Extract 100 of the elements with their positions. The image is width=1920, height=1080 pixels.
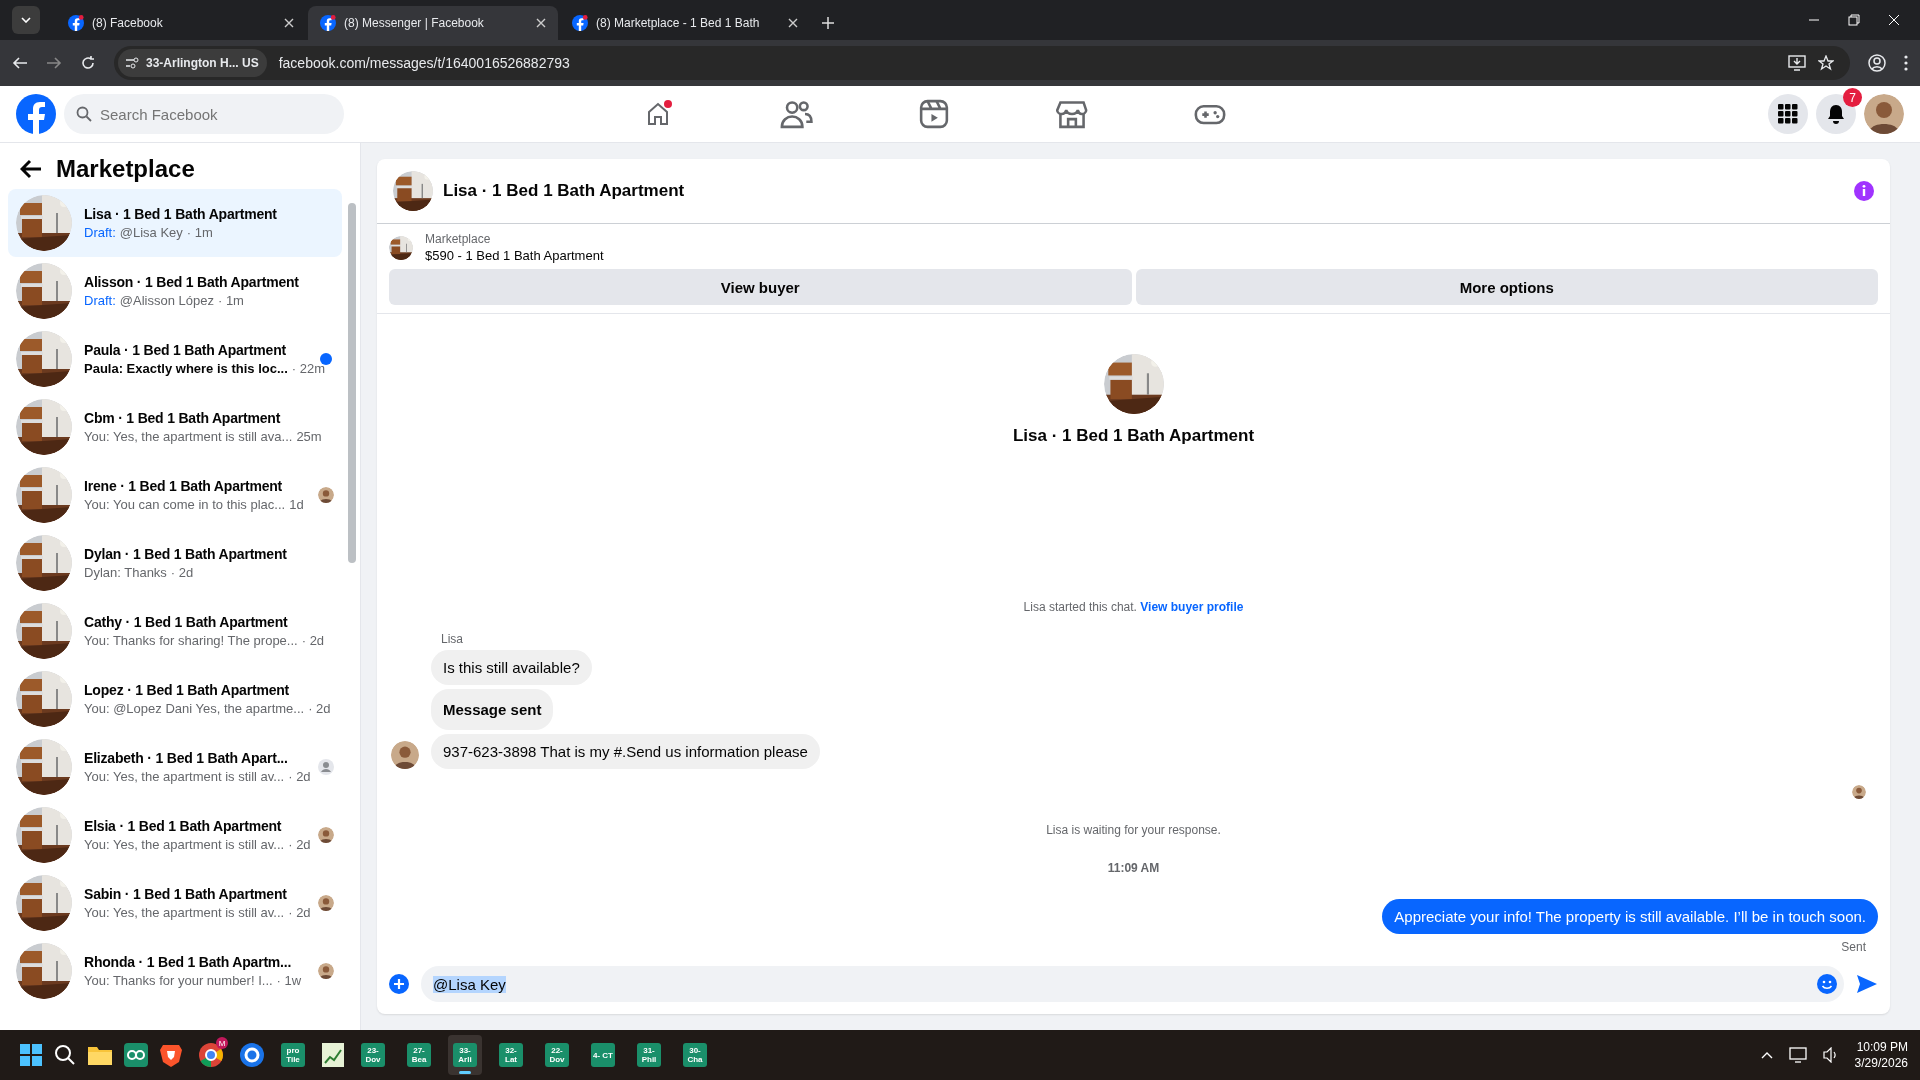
conversation-name: Lisa · 1 Bed 1 Bath Apartment (84, 206, 278, 222)
speaker-icon[interactable] (1822, 1047, 1839, 1063)
conversation-name: Rhonda · 1 Bed 1 Bath Apartm... (84, 954, 293, 970)
install-icon[interactable] (1788, 55, 1806, 71)
close-icon[interactable] (536, 18, 546, 28)
conversation-item[interactable]: Paula · 1 Bed 1 Bath Apartment Paula: Exactly where is this loc... · 22m (8, 325, 342, 393)
conversation-item[interactable]: Dylan · 1 Bed 1 Bath Apartment Dylan: Thanks · 2d (8, 529, 342, 597)
star-icon[interactable] (1818, 55, 1834, 71)
grid-icon (1778, 104, 1798, 124)
site-info-chip[interactable]: 33-Arlington H... US (118, 49, 267, 77)
info-icon[interactable] (1854, 181, 1874, 201)
message-time: · 1m (186, 225, 213, 240)
sliders-icon (126, 57, 140, 69)
new-tab-icon[interactable] (822, 17, 834, 29)
clock-date[interactable]: 3/29/2026 (1854, 1055, 1908, 1071)
apps-menu-button[interactable] (1768, 94, 1808, 134)
draft-label: Draft: (84, 225, 116, 240)
conversation-item[interactable]: Lisa · 1 Bed 1 Bath Apartment Draft: @Lisa Key · 1m (8, 189, 342, 257)
message-preview: @Alisson López (119, 293, 214, 308)
conversation-item[interactable]: Cbm · 1 Bed 1 Bath Apartment You: Yes, the apartment is still ava... 25m (8, 393, 342, 461)
seen-avatar (318, 827, 334, 843)
search-field[interactable]: Search Facebook (64, 94, 344, 134)
conversation-item[interactable]: Irene · 1 Bed 1 Bath Apartment You: You can come in to this plac... 1d (8, 461, 342, 529)
action-button[interactable]: View buyer (389, 269, 1132, 305)
taskbar-app[interactable]: 23- Dov (356, 1035, 390, 1075)
browser-tab[interactable]: (8) Facebook (56, 6, 306, 40)
url-text[interactable]: facebook.com/messages/t/1640016526882793 (278, 55, 1776, 71)
taskbar-app[interactable]: 27- Bea (402, 1035, 436, 1075)
taskbar-app[interactable]: 33- Arli (448, 1035, 482, 1075)
close-icon[interactable] (284, 18, 294, 28)
conversation-item[interactable]: Cathy · 1 Bed 1 Bath Apartment You: Thanks for sharing! The prope... · 2d (8, 597, 342, 665)
add-icon[interactable] (389, 974, 409, 994)
seen-avatar (318, 963, 334, 979)
message-time: · 22m (291, 361, 325, 376)
message-preview: You: Thanks for sharing! The prope... (84, 633, 298, 648)
taskbar-app[interactable]: pro Tile (276, 1035, 310, 1075)
conversation-item[interactable]: Alisson · 1 Bed 1 Bath Apartment Draft: @Alisson López · 1m (8, 257, 342, 325)
message-time: · 1w (276, 973, 302, 988)
browser-tab[interactable]: (8) Marketplace - 1 Bed 1 Bath (560, 6, 810, 40)
avatar (391, 741, 419, 769)
conversation-item[interactable]: Sabin · 1 Bed 1 Bath Apartment You: Yes, the apartment is still av... · 2d (8, 869, 342, 937)
view-buyer-profile-link[interactable]: View buyer profile (1140, 600, 1244, 614)
sidebar-title: Marketplace (56, 155, 195, 183)
message-time: · 2d (288, 837, 311, 852)
message-preview: You: Yes, the apartment is still av... (84, 905, 285, 920)
message-bubble: Appreciate your info! The property is still available. I’ll be in touch soon. (1382, 899, 1878, 934)
glasses-icon[interactable] (124, 1043, 148, 1067)
seen-avatar (318, 487, 334, 503)
facebook-logo[interactable] (16, 94, 56, 134)
listing-title[interactable]: $590 - 1 Bed 1 Bath Apartment (425, 248, 604, 263)
conversation-name: Paula · 1 Bed 1 Bath Apartment (84, 342, 287, 358)
taskbar-app[interactable]: 22- Dov (540, 1035, 574, 1075)
start-icon[interactable] (20, 1044, 42, 1066)
conversation-item[interactable]: Elizabeth · 1 Bed 1 Bath Apart... You: Yes, the apartment is still av... · 2d (8, 733, 342, 801)
folder-icon[interactable] (88, 1045, 112, 1065)
back-icon[interactable] (20, 159, 42, 179)
message-bubble: Message sent (431, 689, 554, 730)
conversation-name: Elizabeth · 1 Bed 1 Bath Apart... (84, 750, 289, 766)
notification-badge: 7 (1843, 88, 1862, 107)
message-bubble: Is this still available? (431, 650, 592, 685)
search-icon[interactable] (54, 1044, 76, 1066)
search-icon (76, 106, 92, 122)
bell-icon (1826, 104, 1846, 124)
send-icon[interactable] (1856, 974, 1878, 994)
conversation-item[interactable]: Rhonda · 1 Bed 1 Bath Apartm... You: Thanks for your number! I... · 1w (8, 937, 342, 1005)
menu-icon[interactable] (1904, 55, 1908, 71)
notifications-button[interactable] (1816, 94, 1856, 134)
ring-icon[interactable] (240, 1043, 264, 1067)
taskbar-app[interactable]: 4- CT (586, 1035, 620, 1075)
chart-icon[interactable] (322, 1043, 344, 1067)
emoji-icon[interactable] (1816, 973, 1838, 995)
close-icon[interactable] (788, 18, 798, 28)
back-icon[interactable] (12, 55, 28, 71)
chevron-up-icon[interactable] (1760, 1051, 1773, 1059)
chat-started-notice: Lisa started this chat. View buyer profile (1022, 600, 1245, 614)
reload-icon[interactable] (80, 55, 96, 71)
tab-menu-button[interactable] (12, 6, 40, 34)
taskbar-app[interactable]: 32- Lat (494, 1035, 528, 1075)
delivery-status: Sent (1840, 940, 1866, 954)
conversation-name: Irene · 1 Bed 1 Bath Apartment (84, 478, 284, 494)
shield-icon[interactable] (160, 1043, 182, 1067)
browser-tab[interactable]: (8) Messenger | Facebook (308, 6, 558, 40)
monitor-icon[interactable] (1788, 1047, 1807, 1063)
restore-icon[interactable] (1848, 14, 1860, 26)
forward-icon[interactable] (46, 55, 62, 71)
clock-time[interactable]: 10:09 PM (1856, 1039, 1908, 1055)
conversation-name: Cathy · 1 Bed 1 Bath Apartment (84, 614, 289, 630)
profile-avatar (1864, 94, 1904, 134)
message-field[interactable]: @Lisa Key (421, 966, 1844, 1002)
taskbar-app[interactable]: 30- Cha (678, 1035, 712, 1075)
message-time: · 2d (288, 769, 311, 784)
message-time: 1d (289, 497, 304, 512)
taskbar-app[interactable]: 31- Phil (632, 1035, 666, 1075)
profile-icon[interactable] (1868, 54, 1886, 72)
profile-name: Lisa · 1 Bed 1 Bath Apartment (1012, 426, 1255, 446)
seen-avatar (318, 895, 334, 911)
conversation-item[interactable]: Elsia · 1 Bed 1 Bath Apartment You: Yes, the apartment is still av... · 2d (8, 801, 342, 869)
conversation-item[interactable]: Lopez · 1 Bed 1 Bath Apartment You: @Lopez Dani Yes, the apartme... · 2d (8, 665, 342, 733)
message-preview: You: @Lopez Dani Yes, the apartme... (84, 701, 305, 716)
action-button[interactable]: More options (1135, 269, 1878, 305)
